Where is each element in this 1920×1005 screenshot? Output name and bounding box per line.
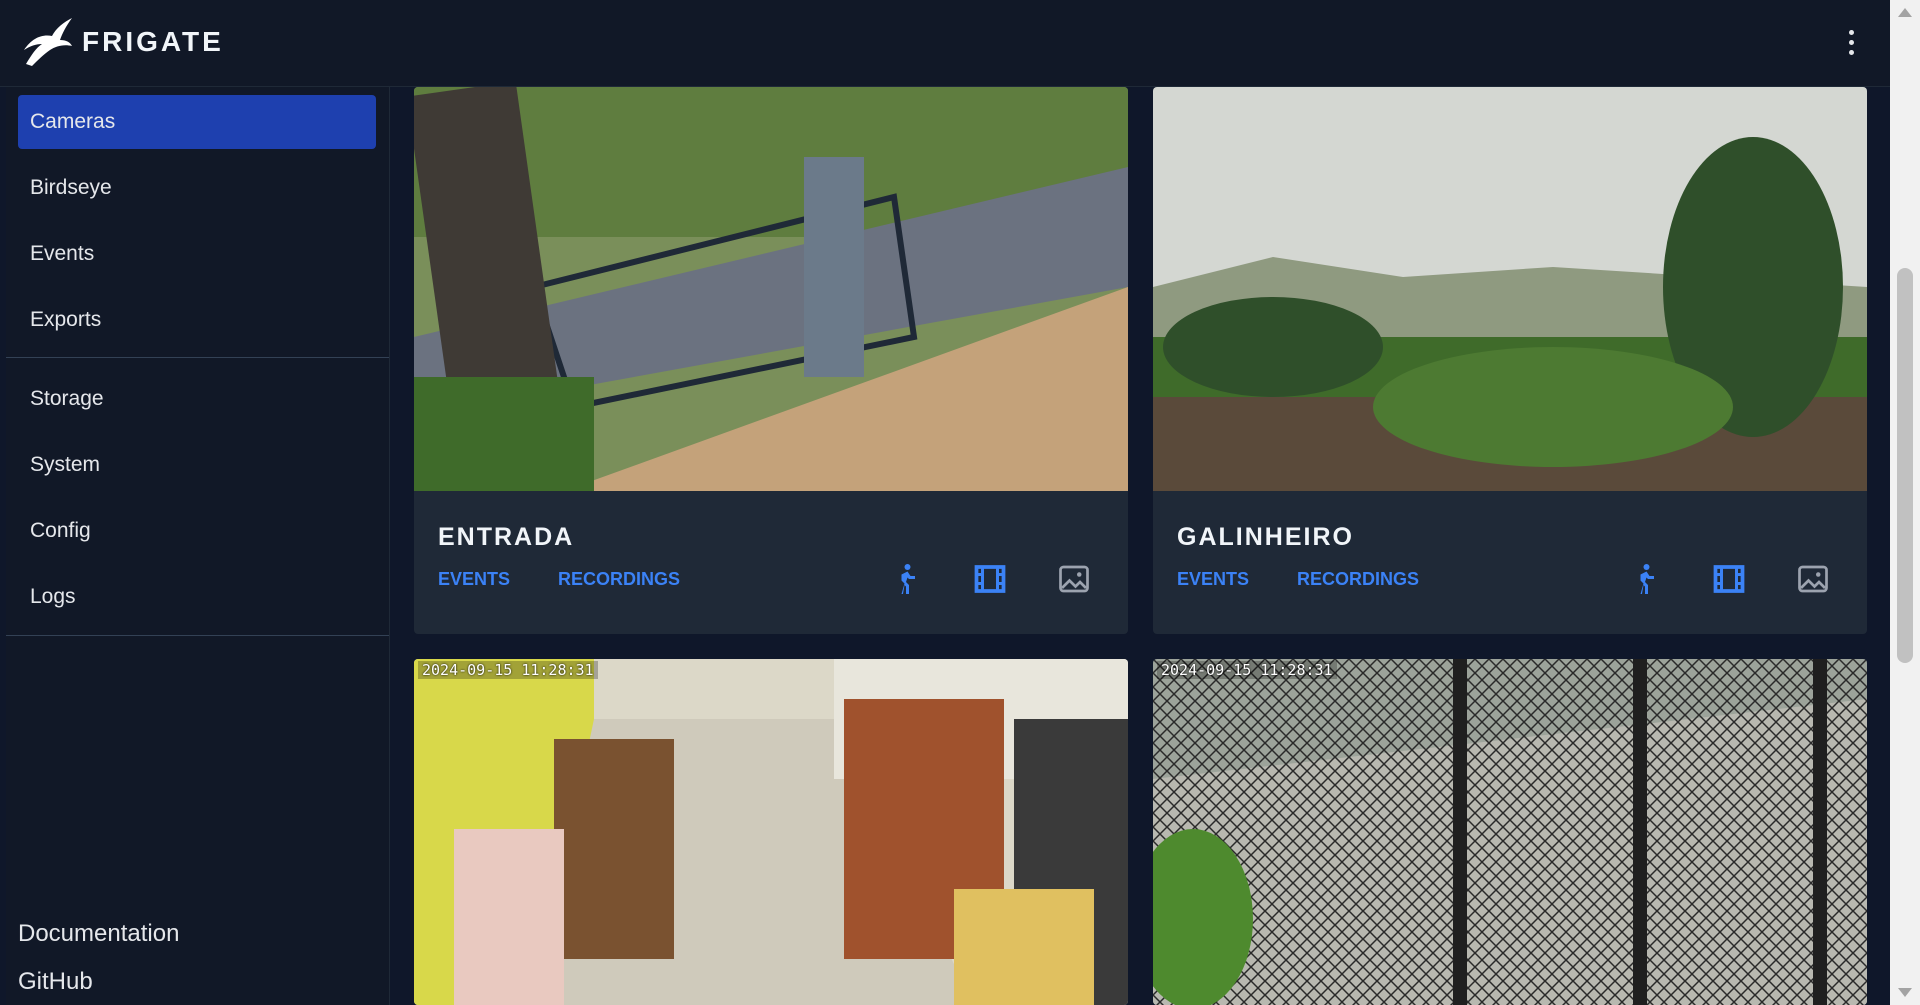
sidebar-item-label: Cameras (30, 110, 116, 133)
sidebar-item-logs[interactable]: Logs (18, 570, 376, 624)
documentation-link[interactable]: Documentation (18, 920, 179, 948)
sidebar-item-system[interactable]: System (18, 438, 376, 492)
more-vertical-icon[interactable] (1836, 22, 1866, 62)
camera-snapshot[interactable] (414, 87, 1128, 491)
camera-snapshot[interactable] (1153, 87, 1867, 491)
sidebar-item-label: System (30, 453, 101, 476)
camera-card-entrada: ENTRADA EVENTS RECORDINGS (414, 87, 1128, 634)
film-recording-icon[interactable] (1711, 561, 1747, 597)
events-button[interactable]: EVENTS (1177, 569, 1249, 590)
person-detect-icon[interactable] (888, 561, 924, 597)
top-header: FRIGATE (0, 0, 1890, 87)
app-logo[interactable]: FRIGATE (22, 14, 224, 70)
camera-snapshot[interactable]: 2024-09-15 11:28:31 (414, 659, 1128, 1005)
sidebar-item-events[interactable]: Events (18, 227, 376, 281)
sidebar-item-exports[interactable]: Exports (18, 293, 376, 347)
scroll-up-icon[interactable] (1898, 8, 1912, 17)
app-brand: FRIGATE (82, 26, 224, 57)
sidebar-divider (6, 357, 389, 358)
events-button[interactable]: EVENTS (438, 569, 510, 590)
sidebar-item-birdseye[interactable]: Birdseye (18, 161, 376, 215)
page-scrollbar[interactable] (1890, 0, 1920, 1005)
camera-card-4: 2024-09-15 11:28:31 (1153, 659, 1867, 1005)
sidebar-item-label: Config (30, 519, 91, 542)
recordings-button[interactable]: RECORDINGS (558, 569, 680, 590)
camera-card-3: 2024-09-15 11:28:31 (414, 659, 1128, 1005)
snapshot-image-icon[interactable] (1056, 561, 1092, 597)
camera-snapshot[interactable]: 2024-09-15 11:28:31 (1153, 659, 1867, 1005)
camera-name: ENTRADA (438, 523, 575, 551)
scrollbar-thumb[interactable] (1897, 268, 1913, 663)
camera-card-galinheiro: GALINHEIRO EVENTS RECORDINGS (1153, 87, 1867, 634)
recordings-button[interactable]: RECORDINGS (1297, 569, 1419, 590)
person-detect-icon[interactable] (1627, 561, 1663, 597)
sidebar-item-label: Storage (30, 387, 104, 410)
film-recording-icon[interactable] (972, 561, 1008, 597)
camera-timestamp: 2024-09-15 11:28:31 (1157, 661, 1337, 679)
camera-timestamp: 2024-09-15 11:28:31 (418, 661, 598, 679)
sidebar-item-label: Exports (30, 308, 102, 331)
sidebar-divider (6, 635, 389, 636)
camera-name: GALINHEIRO (1177, 523, 1354, 551)
scroll-down-icon[interactable] (1898, 988, 1912, 997)
snapshot-image-icon[interactable] (1795, 561, 1831, 597)
sidebar-item-label: Logs (30, 585, 76, 608)
sidebar-item-label: Birdseye (30, 176, 112, 199)
sidebar-item-config[interactable]: Config (18, 504, 376, 558)
sidebar-item-label: Events (30, 242, 95, 265)
sidebar-item-cameras[interactable]: Cameras (18, 95, 376, 149)
sidebar-item-storage[interactable]: Storage (18, 372, 376, 426)
sidebar: Cameras Birdseye Events Exports Storage … (6, 87, 390, 1005)
github-link[interactable]: GitHub (18, 968, 93, 996)
frigate-bird-icon (24, 18, 72, 66)
